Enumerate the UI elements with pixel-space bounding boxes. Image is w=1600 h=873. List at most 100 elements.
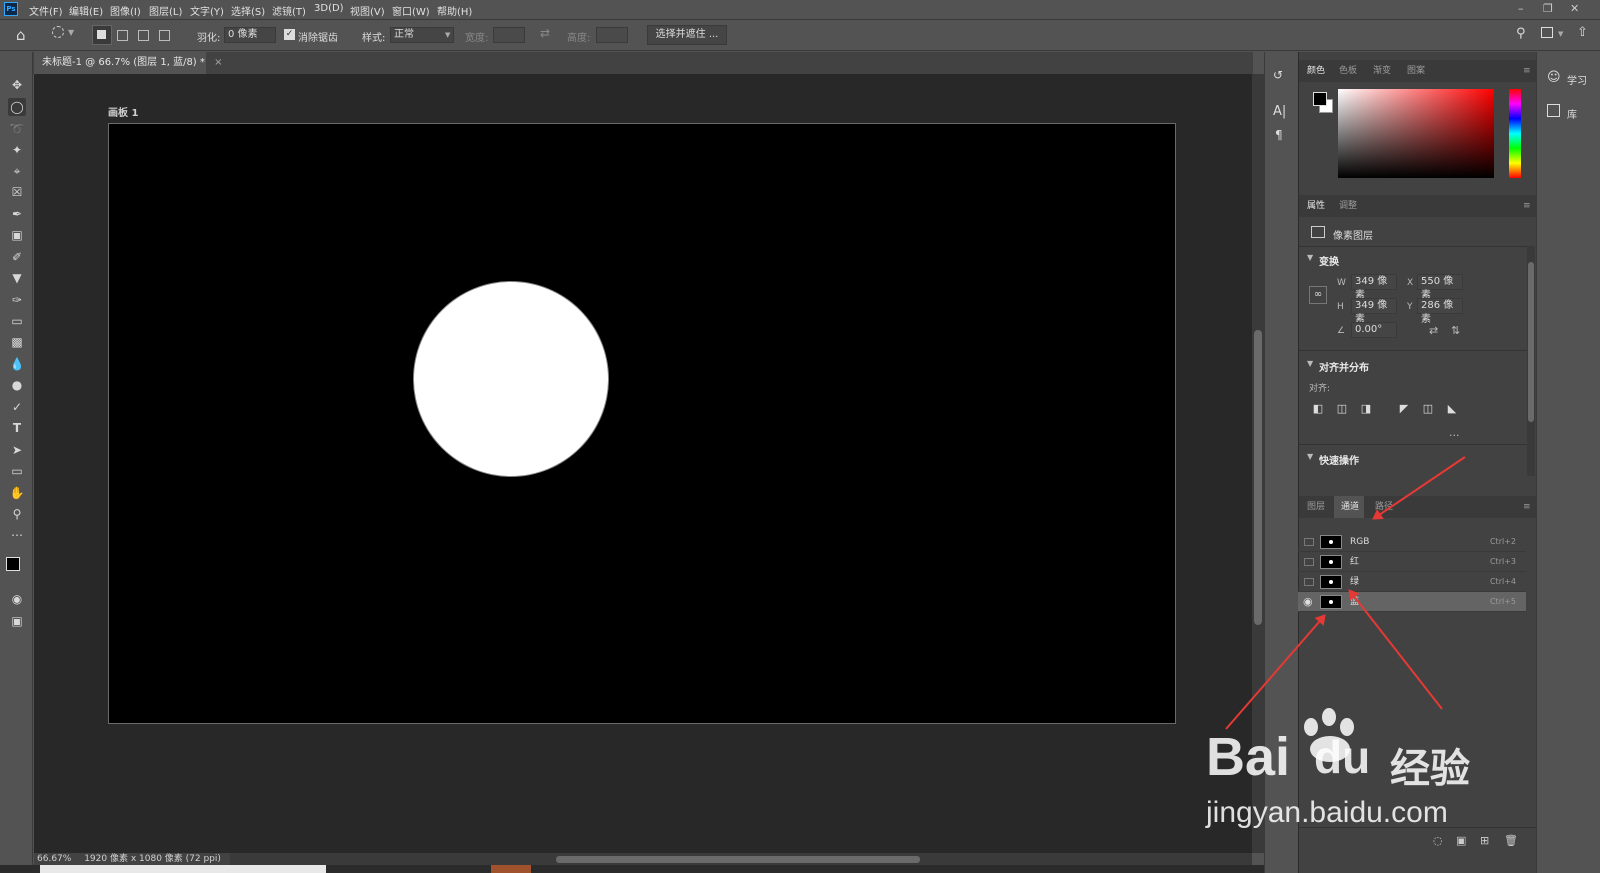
menu-filter[interactable]: 滤镜(T) (272, 3, 306, 18)
tab-properties[interactable]: 属性 (1307, 195, 1325, 217)
character-icon[interactable]: A| (1273, 104, 1286, 119)
width-field[interactable]: 349 像素 (1351, 274, 1397, 301)
chevron-down-icon[interactable]: ▼ (1307, 359, 1313, 368)
menu-window[interactable]: 窗口(W) (392, 3, 430, 18)
history-brush-tool-icon[interactable]: ✑ (8, 291, 26, 309)
channel-row-blue[interactable]: ◉ 蓝 Ctrl+5 (1298, 592, 1526, 612)
add-selection-button[interactable] (117, 30, 128, 41)
pen-tool-icon[interactable]: ✓ (8, 398, 26, 416)
menu-select[interactable]: 选择(S) (231, 3, 265, 18)
channels-menu-icon[interactable]: ≡ (1523, 496, 1531, 518)
learn-icon[interactable]: ☺ (1547, 70, 1561, 85)
menu-3d[interactable]: 3D(D) (314, 3, 344, 14)
antialias-checkbox[interactable]: ✓ (284, 29, 295, 40)
move-tool-icon[interactable]: ✥ (8, 76, 26, 94)
visibility-toggle[interactable] (1304, 538, 1314, 546)
workspace-chevron-icon[interactable]: ▼ (1558, 30, 1563, 38)
foreground-color-swatch[interactable] (6, 557, 20, 571)
frame-tool-icon[interactable]: ☒ (8, 183, 26, 201)
tab-gradients[interactable]: 渐变 (1373, 60, 1391, 82)
link-icon[interactable]: ∞ (1309, 286, 1327, 304)
more-tools-icon[interactable]: ⋯ (8, 526, 26, 544)
tab-layers[interactable]: 图层 (1307, 496, 1325, 518)
y-field[interactable]: 286 像素 (1417, 298, 1463, 325)
menu-file[interactable]: 文件(F) (29, 3, 63, 18)
eye-icon[interactable]: ◉ (1303, 592, 1313, 612)
align-top-icon[interactable]: ◤ (1397, 402, 1411, 416)
more-options-icon[interactable]: ... (1449, 426, 1460, 439)
select-and-mask-button[interactable]: 选择并遮住 ... (647, 25, 727, 45)
taskbar-item-active[interactable] (491, 865, 531, 873)
path-selection-tool-icon[interactable]: ➤ (8, 441, 26, 459)
fg-color-swatch[interactable] (1313, 92, 1327, 106)
healing-brush-tool-icon[interactable]: ▣ (8, 226, 26, 244)
height-field[interactable]: 349 像素 (1351, 298, 1397, 325)
subtract-selection-button[interactable] (138, 30, 149, 41)
library-label[interactable]: 库 (1567, 106, 1577, 121)
artboard[interactable] (108, 123, 1176, 724)
hue-slider[interactable] (1509, 89, 1521, 178)
dodge-tool-icon[interactable]: ● (8, 376, 26, 394)
visibility-toggle[interactable] (1304, 558, 1314, 566)
align-left-icon[interactable]: ◧ (1311, 402, 1325, 416)
menu-view[interactable]: 视图(V) (350, 3, 385, 18)
home-icon[interactable]: ⌂ (16, 26, 26, 44)
chevron-down-icon[interactable]: ▼ (68, 28, 74, 37)
height-input[interactable] (596, 27, 628, 43)
channel-row-green[interactable]: 绿 Ctrl+4 (1298, 572, 1526, 592)
restore-icon[interactable]: ❐ (1543, 2, 1553, 15)
menu-help[interactable]: 帮助(H) (437, 3, 472, 18)
chevron-down-icon[interactable]: ▼ (1307, 452, 1313, 461)
flip-horizontal-icon[interactable]: ⇄ (1429, 324, 1438, 337)
panel-menu-icon[interactable]: ≡ (1523, 60, 1531, 82)
angle-field[interactable]: 0.00° (1351, 322, 1397, 338)
crop-tool-icon[interactable]: ⌖ (8, 162, 26, 180)
quick-selection-tool-icon[interactable]: ✦ (8, 141, 26, 159)
feather-input[interactable]: 0 像素 (224, 27, 276, 43)
taskbar-item[interactable] (40, 865, 326, 873)
align-vcenter-icon[interactable]: ◫ (1421, 402, 1435, 416)
menu-edit[interactable]: 编辑(E) (69, 3, 103, 18)
document-tab[interactable]: 未标题-1 @ 66.7% (图层 1, 蓝/8) * × (34, 52, 222, 74)
close-tab-icon[interactable]: × (214, 57, 222, 68)
color-picker-field[interactable] (1338, 89, 1494, 178)
hand-tool-icon[interactable]: ✋ (8, 484, 26, 502)
vertical-scroll-thumb[interactable] (1254, 330, 1262, 625)
horizontal-scroll-thumb[interactable] (556, 856, 920, 863)
minimize-icon[interactable]: – (1518, 2, 1524, 15)
elliptical-marquee-preset-icon[interactable] (52, 26, 64, 38)
workspace-icon[interactable] (1541, 27, 1553, 38)
eyedropper-tool-icon[interactable]: ✒ (8, 205, 26, 223)
elliptical-marquee-tool-icon[interactable]: ◯ (8, 98, 26, 116)
channel-row-rgb[interactable]: RGB Ctrl+2 (1298, 532, 1526, 552)
align-right-icon[interactable]: ◨ (1359, 402, 1373, 416)
brush-tool-icon[interactable]: ✐ (8, 248, 26, 266)
clone-stamp-tool-icon[interactable]: ▼ (8, 269, 26, 287)
zoom-tool-icon[interactable]: ⚲ (8, 505, 26, 523)
x-field[interactable]: 550 像素 (1417, 274, 1463, 301)
learn-label[interactable]: 学习 (1567, 72, 1587, 87)
align-bottom-icon[interactable]: ◣ (1445, 402, 1459, 416)
share-icon[interactable]: ⇧ (1577, 25, 1588, 40)
menu-type[interactable]: 文字(Y) (190, 3, 224, 18)
swap-icon[interactable]: ⇄ (540, 26, 550, 40)
blur-tool-icon[interactable]: 💧 (8, 355, 26, 373)
tab-color[interactable]: 颜色 (1307, 60, 1325, 82)
menu-layer[interactable]: 图层(L) (149, 3, 182, 18)
width-input[interactable] (493, 27, 525, 43)
menu-image[interactable]: 图像(I) (110, 3, 141, 18)
lasso-tool-icon[interactable]: ➰ (8, 120, 26, 138)
circle-selection[interactable] (414, 282, 608, 476)
intersect-selection-button[interactable] (159, 30, 170, 41)
tab-swatches[interactable]: 色板 (1339, 60, 1357, 82)
tab-adjustments[interactable]: 调整 (1339, 195, 1357, 217)
eraser-tool-icon[interactable]: ▭ (8, 312, 26, 330)
rectangle-tool-icon[interactable]: ▭ (8, 462, 26, 480)
type-tool-icon[interactable]: T (8, 419, 26, 437)
gradient-tool-icon[interactable]: ▩ (8, 333, 26, 351)
close-window-icon[interactable]: ✕ (1570, 2, 1579, 15)
history-icon[interactable]: ↺ (1273, 68, 1283, 82)
tab-patterns[interactable]: 图案 (1407, 60, 1425, 82)
screen-mode-icon[interactable]: ▣ (8, 612, 26, 630)
library-icon[interactable] (1547, 104, 1560, 117)
